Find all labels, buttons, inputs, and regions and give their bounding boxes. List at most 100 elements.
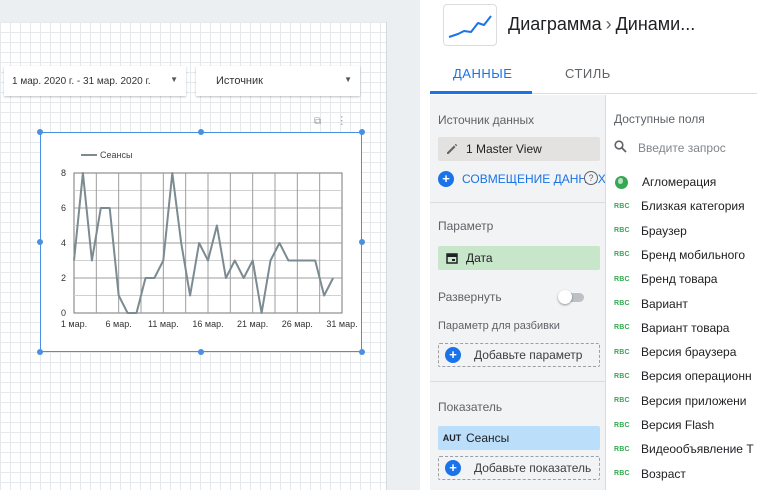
- y-tick-label: 6: [61, 203, 66, 213]
- resize-handle-right[interactable]: [359, 239, 365, 245]
- dropdown-arrow-icon: ▼: [170, 75, 178, 84]
- properties-panel: Диаграмма › Динами... ДАННЫЕ СТИЛЬ Источни…: [430, 0, 757, 490]
- resize-handle-top-right[interactable]: [359, 129, 365, 135]
- available-field-item[interactable]: RBC Бренд мобильного: [614, 246, 745, 264]
- more-options-icon[interactable]: ⋮: [336, 115, 347, 127]
- available-field-name: Вариант: [641, 296, 688, 311]
- available-field-item[interactable]: Агломерация: [614, 173, 716, 191]
- data-config-column: Источник данных 1 Master View + СОВМЕЩЕН…: [430, 95, 606, 490]
- available-field-name: Браузер: [641, 223, 687, 238]
- text-field-type-icon: RBC: [614, 251, 630, 259]
- add-breakdown-button[interactable]: + Добавьте параметр: [438, 343, 600, 367]
- metric-chip-sessions[interactable]: AUT Сеансы: [438, 426, 600, 450]
- available-field-name: Агломерация: [642, 175, 717, 189]
- y-axis-ticks: 0 2 4 6 8: [61, 168, 66, 318]
- available-field-item[interactable]: RBC Вариант товара: [614, 319, 729, 337]
- timeseries-chart[interactable]: Сеансы 0 2 4 6 8 1 мар. 6 мар. 11 мар. 16 мар. 2…: [40, 132, 362, 352]
- line-chart-icon: [448, 15, 492, 38]
- y-tick-label: 4: [61, 238, 66, 248]
- pencil-icon[interactable]: [438, 142, 466, 156]
- y-tick-label: 2: [61, 273, 66, 283]
- resize-handle-top[interactable]: [198, 129, 204, 135]
- dimension-label: Параметр: [438, 219, 494, 233]
- source-filter-control[interactable]: Источник ▼: [196, 66, 360, 96]
- calendar-icon: [438, 252, 466, 264]
- available-fields-column: Доступные поля Агломерация RBC Близкая кат…: [606, 95, 757, 490]
- dropdown-arrow-icon: ▼: [344, 75, 352, 84]
- available-field-item[interactable]: RBC Версия Flash: [614, 416, 714, 434]
- resize-handle-left[interactable]: [37, 239, 43, 245]
- available-field-name: Бренд товара: [641, 272, 718, 287]
- x-tick-label: 1 мар.: [61, 319, 87, 329]
- breakdown-label: Параметр для разбивки: [438, 320, 560, 332]
- y-tick-label: 0: [61, 308, 66, 318]
- available-field-name: Возраст: [641, 466, 686, 481]
- date-range-control[interactable]: 1 мар. 2020 г. - 31 мар. 2020 г. ▼: [4, 66, 186, 96]
- x-tick-label: 6 мар.: [106, 319, 132, 329]
- available-field-name: Близкая категория: [641, 199, 745, 214]
- panel-tabs: ДАННЫЕ СТИЛЬ: [430, 58, 757, 94]
- text-field-type-icon: RBC: [614, 348, 630, 356]
- available-field-item[interactable]: RBC Видеообъявление Т: [614, 440, 754, 458]
- legend-series-label: Сеансы: [100, 150, 132, 160]
- resize-handle-bottom-right[interactable]: [359, 349, 365, 355]
- available-field-item[interactable]: RBC Браузер: [614, 222, 687, 240]
- help-icon[interactable]: ?: [584, 171, 598, 185]
- x-tick-label: 26 мар.: [282, 319, 313, 329]
- available-field-item[interactable]: RBC Версия браузера: [614, 343, 736, 361]
- section-divider: [430, 381, 605, 382]
- chevron-right-icon: ›: [605, 14, 612, 34]
- x-tick-label: 11 мар.: [148, 319, 179, 329]
- available-field-item[interactable]: RBC Версия приложени: [614, 392, 746, 410]
- add-metric-label: Добавьте показатель: [474, 461, 592, 475]
- search-icon: [614, 140, 634, 156]
- x-tick-label: 21 мар.: [237, 319, 268, 329]
- available-field-item[interactable]: RBC Возраст: [614, 465, 686, 483]
- available-field-name: Версия операционн: [641, 369, 752, 384]
- section-divider: [430, 202, 605, 203]
- text-field-type-icon: RBC: [614, 372, 630, 380]
- chart-settings-icon[interactable]: ⧉: [314, 116, 321, 127]
- add-metric-button[interactable]: + Добавьте показатель: [438, 456, 600, 480]
- tab-style[interactable]: СТИЛЬ: [565, 66, 611, 81]
- y-tick-label: 8: [61, 168, 66, 178]
- tab-data[interactable]: ДАННЫЕ: [453, 66, 512, 81]
- text-field-type-icon: RBC: [614, 300, 630, 307]
- globe-icon: [615, 175, 628, 189]
- dimension-chip-date[interactable]: Дата: [438, 246, 600, 270]
- expand-toggle[interactable]: [558, 290, 586, 304]
- toggle-knob: [558, 290, 572, 304]
- text-field-type-icon: RBC: [614, 202, 630, 210]
- text-field-type-icon: RBC: [614, 324, 630, 332]
- available-field-item[interactable]: RBC Вариант: [614, 295, 688, 313]
- available-fields-label: Доступные поля: [614, 112, 705, 126]
- chart-legend: Сеансы: [81, 150, 132, 160]
- add-circle-icon: +: [445, 460, 461, 476]
- available-field-name: Вариант товара: [641, 320, 730, 335]
- field-search: [614, 138, 757, 158]
- x-axis-ticks: 1 мар. 6 мар. 11 мар. 16 мар. 21 мар. 26 мар.…: [61, 319, 358, 329]
- data-source-chip[interactable]: 1 Master View: [438, 137, 600, 161]
- blend-data-link[interactable]: + СОВМЕЩЕНИЕ ДАННЫХ: [438, 171, 605, 187]
- text-field-type-icon: RBC: [614, 445, 630, 453]
- add-breakdown-label: Добавьте параметр: [474, 348, 583, 362]
- x-tick-label: 16 мар.: [192, 319, 223, 329]
- resize-handle-bottom[interactable]: [198, 349, 204, 355]
- available-field-item[interactable]: RBC Близкая категория: [614, 197, 745, 215]
- text-field-type-icon: RBC: [614, 275, 630, 283]
- add-circle-icon: +: [445, 347, 461, 363]
- available-field-item[interactable]: RBC Версия операционн: [614, 367, 752, 385]
- timeseries-chart-svg: Сеансы 0 2 4 6 8 1 мар. 6 мар. 11 мар. 16 мар. 2…: [61, 150, 358, 329]
- resize-handle-bottom-left[interactable]: [37, 349, 43, 355]
- available-field-name: Версия браузера: [641, 345, 737, 360]
- resize-handle-top-left[interactable]: [37, 129, 43, 135]
- data-source-value: 1 Master View: [466, 142, 542, 156]
- expand-label: Развернуть: [438, 290, 502, 304]
- available-field-name: Версия приложени: [641, 393, 747, 408]
- metric-aggregation-type[interactable]: AUT: [438, 433, 466, 443]
- available-field-item[interactable]: RBC Бренд товара: [614, 270, 717, 288]
- x-tick-label: 31 мар.: [326, 319, 357, 329]
- available-field-name: Видеообъявление Т: [641, 442, 754, 457]
- chart-type-selector[interactable]: [443, 4, 497, 46]
- field-search-input[interactable]: [638, 141, 757, 155]
